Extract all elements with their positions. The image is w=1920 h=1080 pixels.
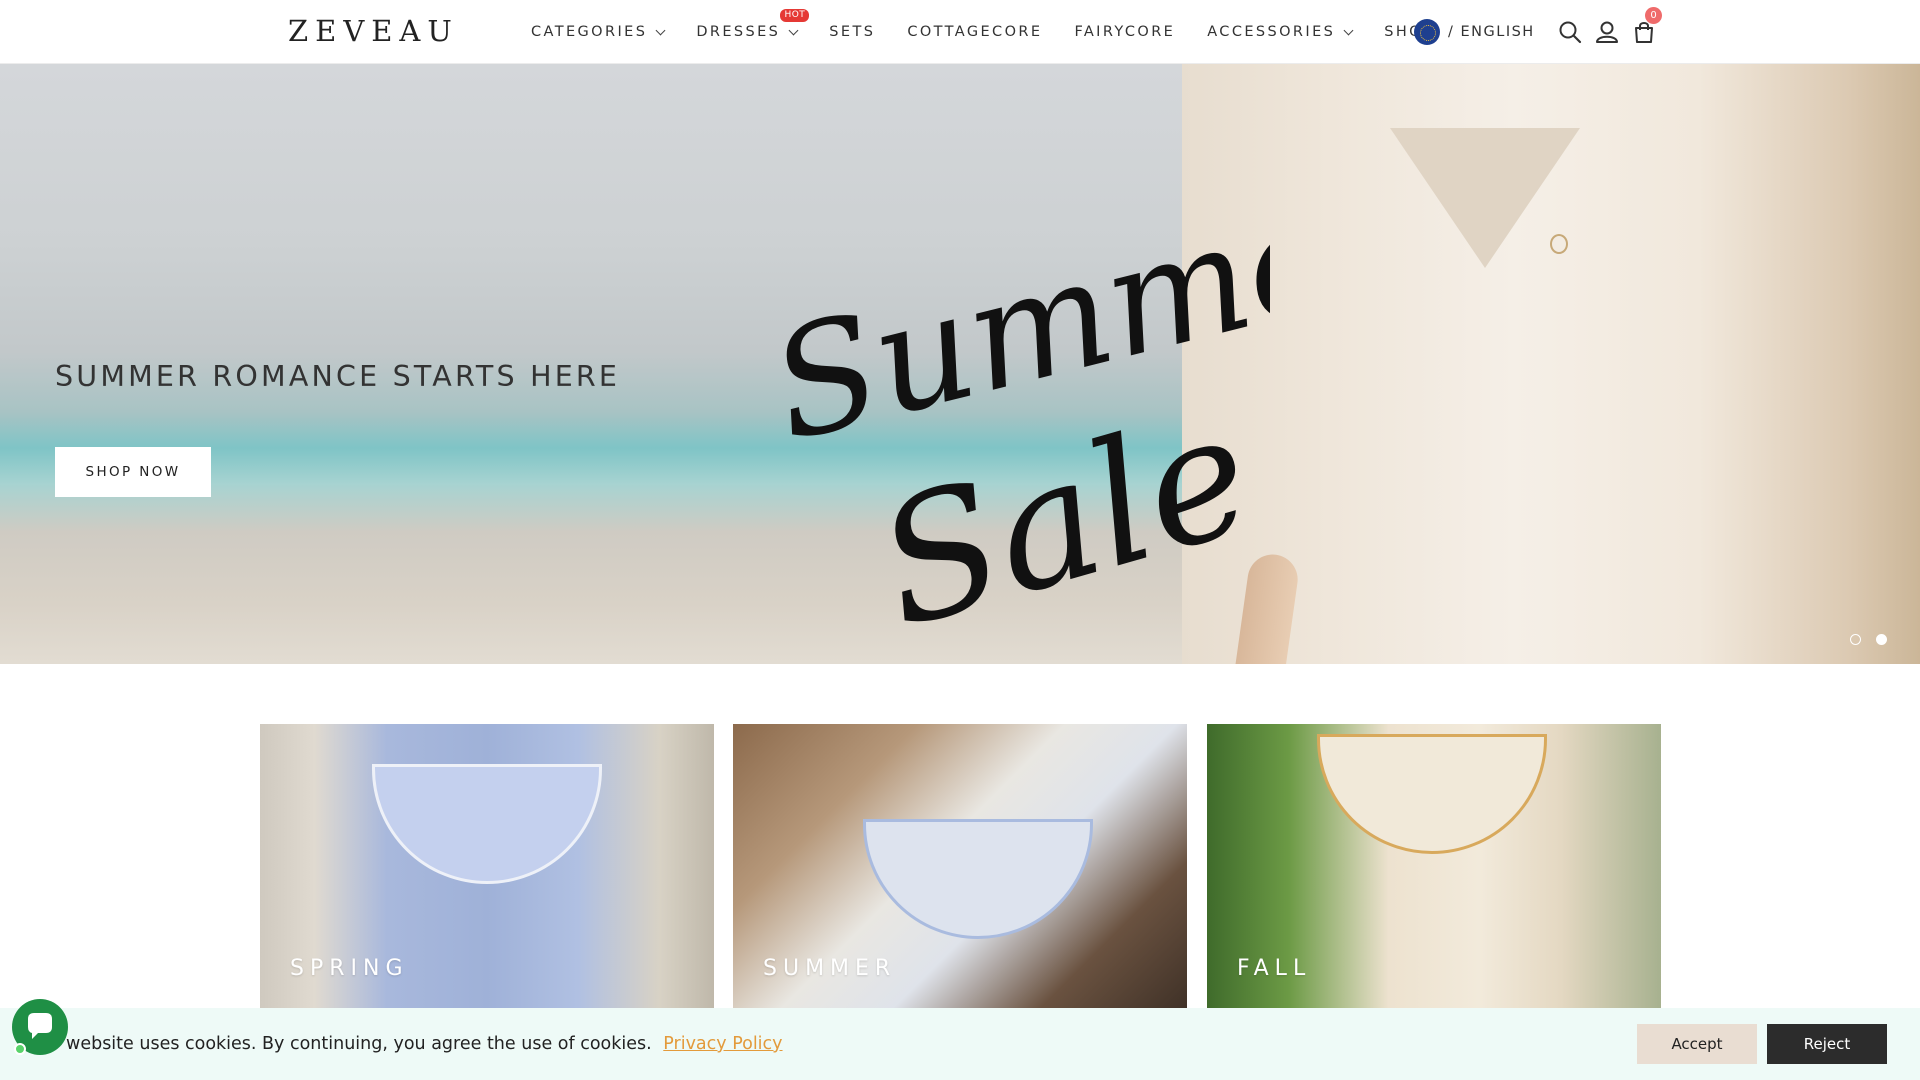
nav-dresses-label: DRESSES [696, 24, 781, 40]
site-logo[interactable]: ZEVEAU [288, 14, 459, 48]
season-card-summer[interactable]: SUMMER [733, 724, 1187, 1010]
hot-badge: HOT [780, 9, 810, 22]
chevron-down-icon [1343, 25, 1354, 35]
cookie-message: website uses cookies. By continuing, you… [66, 1034, 783, 1054]
season-label: FALL [1237, 956, 1312, 981]
nav-fairycore-label: FAIRYCORE [1074, 24, 1176, 40]
language-label: / ENGLISH [1448, 24, 1535, 40]
user-icon[interactable] [1594, 19, 1620, 45]
search-icon[interactable] [1557, 19, 1583, 45]
slide-dot-2[interactable] [1876, 634, 1887, 645]
hero-title-text: SUMMER ROMANCE STARTS HERE [55, 360, 621, 393]
cart-count-badge: 0 [1645, 7, 1662, 24]
shop-now-button[interactable]: SHOP NOW [55, 447, 211, 497]
dress-bodice [863, 819, 1093, 939]
nav-dresses[interactable]: DRESSES HOT [696, 9, 810, 40]
hero-banner: Summer Sale SUMMER ROMANCE STARTS HERE S… [0, 64, 1920, 664]
main-nav: CATEGORIES DRESSES HOT SETS COTTAGECORE … [531, 0, 1467, 64]
season-label: SPRING [290, 956, 409, 981]
nav-sets[interactable]: SETS [829, 24, 875, 40]
nav-categories[interactable]: CATEGORIES [531, 24, 666, 40]
nav-accessories-label: ACCESSORIES [1207, 24, 1336, 40]
globe-icon [1414, 19, 1440, 45]
season-label: SUMMER [763, 956, 897, 981]
chevron-down-icon [655, 25, 666, 35]
nav-fairycore[interactable]: FAIRYCORE [1074, 24, 1175, 40]
cookie-banner: website uses cookies. By continuing, you… [0, 1008, 1920, 1080]
nav-accessories[interactable]: ACCESSORIES [1207, 24, 1354, 40]
blouse-collar [372, 764, 602, 884]
nav-cottagecore-label: COTTAGECORE [907, 24, 1043, 40]
site-header: ZEVEAU CATEGORIES DRESSES HOT SETS COTTA… [0, 0, 1920, 64]
slide-dot-1[interactable] [1850, 634, 1861, 645]
dress-button [1550, 234, 1568, 254]
nav-cottagecore[interactable]: COTTAGECORE [907, 24, 1042, 40]
language-selector[interactable]: / ENGLISH [1414, 19, 1535, 45]
reject-button[interactable]: Reject [1767, 1024, 1887, 1064]
hero-title: SUMMER ROMANCE STARTS HERE [55, 360, 620, 393]
nav-categories-label: CATEGORIES [531, 24, 648, 40]
accept-button[interactable]: Accept [1637, 1024, 1757, 1064]
cookie-text: website uses cookies. By continuing, you… [66, 1034, 652, 1054]
summer-sale-script: Summer Sale [756, 204, 1270, 664]
season-card-spring[interactable]: SPRING [260, 724, 714, 1010]
online-status-dot [14, 1043, 26, 1055]
jacket-collar [1317, 734, 1547, 854]
chevron-down-icon [788, 25, 799, 35]
season-card-fall[interactable]: FALL [1207, 724, 1661, 1010]
nav-sets-label: SETS [829, 24, 876, 40]
privacy-policy-link[interactable]: Privacy Policy [663, 1034, 782, 1054]
